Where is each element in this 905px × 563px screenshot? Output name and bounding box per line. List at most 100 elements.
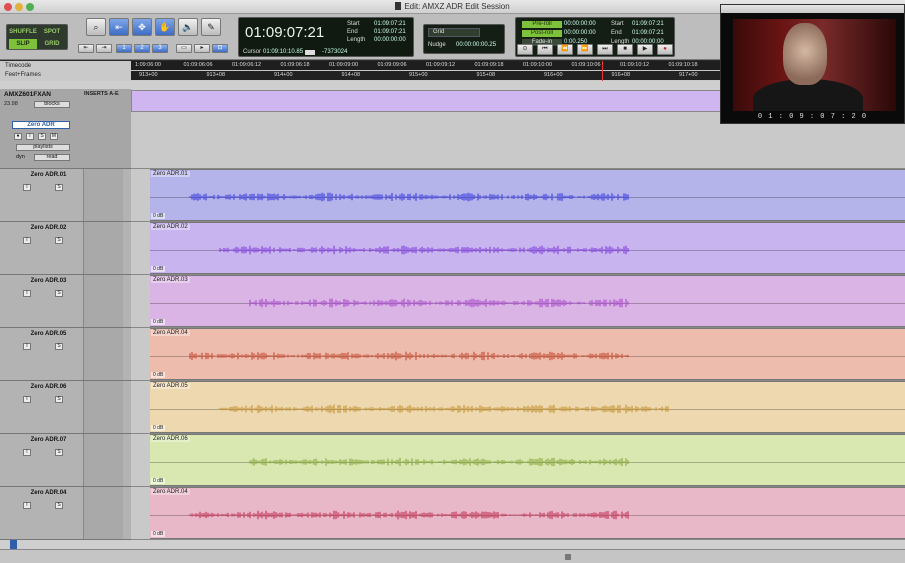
- track-name[interactable]: Zero ADR.06: [20, 384, 77, 392]
- nudge-value[interactable]: 00:00:00:00.25: [456, 42, 496, 48]
- inserts-slots[interactable]: [83, 169, 123, 221]
- rewind-icon[interactable]: ⏪: [557, 44, 573, 55]
- solo-button[interactable]: S: [55, 396, 63, 403]
- audio-clip[interactable]: Zero ADR.02 0 dB: [150, 222, 905, 274]
- audio-clip[interactable]: Zero ADR.04 0 dB: [150, 328, 905, 380]
- grid-value-dropdown[interactable]: Grid: [428, 28, 480, 37]
- audio-clip[interactable]: Zero ADR.03 0 dB: [150, 275, 905, 327]
- tab-to-transient-icon[interactable]: ▸: [194, 44, 210, 53]
- tp-end-value[interactable]: 01:09:07:21: [632, 30, 664, 36]
- inserts-slots[interactable]: [83, 381, 123, 433]
- play-icon[interactable]: ▶: [637, 44, 653, 55]
- track-name[interactable]: Zero ADR.03: [20, 278, 77, 286]
- preroll-value[interactable]: 00:00:00:00: [564, 21, 596, 27]
- timecode-tick-label: 01:09:06:18: [280, 62, 310, 68]
- audio-clip[interactable]: Zero ADR.04 0 dB: [150, 487, 905, 539]
- main-counter-value[interactable]: 01:09:07:21: [245, 24, 324, 41]
- track-name[interactable]: Zero ADR.07: [20, 437, 77, 445]
- trim-tool-icon[interactable]: ⇤: [109, 18, 129, 36]
- zoom-preset-1[interactable]: 1: [116, 44, 132, 53]
- track-name[interactable]: Zero ADR.04: [20, 490, 77, 498]
- video-window[interactable]: 0 1 : 0 9 : 0 7 : 2 0: [720, 4, 905, 124]
- solo-button[interactable]: S: [55, 502, 63, 509]
- fast-forward-icon[interactable]: ⏩: [577, 44, 593, 55]
- inserts-slots[interactable]: [83, 275, 123, 327]
- zoom-in-icon[interactable]: ⇥: [96, 44, 112, 53]
- zoom-out-icon[interactable]: ⇤: [78, 44, 94, 53]
- online-icon[interactable]: ⊙: [517, 44, 533, 55]
- link-timeline-icon[interactable]: ⊡: [212, 44, 228, 53]
- selector-tool-icon[interactable]: ✥: [132, 18, 152, 36]
- record-icon[interactable]: ●: [657, 44, 673, 55]
- return-to-zero-icon[interactable]: ⏮: [537, 44, 553, 55]
- zoom-toggle-icon[interactable]: ▭: [176, 44, 192, 53]
- master-track-name[interactable]: AMXZ601FXAN: [4, 91, 51, 98]
- feetframes-tick-label: 915+00: [409, 72, 428, 78]
- track-view-selector[interactable]: blocks: [34, 101, 70, 108]
- mode-slip[interactable]: SLIP: [9, 39, 37, 49]
- end-value[interactable]: 01:09:07:21: [374, 29, 406, 35]
- inserts-slots[interactable]: [83, 222, 123, 274]
- pencil-tool-icon[interactable]: ✎: [201, 18, 221, 36]
- edit-mode-selector: SHUFFLE SPOT SLIP GRID: [6, 24, 68, 50]
- playlists-selector[interactable]: playlists: [16, 144, 70, 151]
- scrubber-tool-icon[interactable]: 🔈: [178, 18, 198, 36]
- solo-button[interactable]: S: [38, 133, 46, 140]
- clip-waveform: [189, 510, 629, 520]
- solo-button[interactable]: S: [55, 290, 63, 297]
- length-value[interactable]: 00:00:00:00: [374, 37, 406, 43]
- go-to-end-icon[interactable]: ⏭: [597, 44, 613, 55]
- audio-clip[interactable]: Zero ADR.06 0 dB: [150, 434, 905, 486]
- track-header: Zero ADR.05 I S: [0, 328, 131, 381]
- start-value[interactable]: 01:09:07:21: [374, 21, 406, 27]
- stop-icon[interactable]: ■: [617, 44, 633, 55]
- record-enable-button[interactable]: I: [23, 237, 31, 244]
- zero-adr-track-name[interactable]: Zero ADR: [12, 121, 70, 129]
- video-timecode: 0 1 : 0 9 : 0 7 : 2 0: [757, 113, 868, 121]
- cursor-offset: -7373024: [322, 49, 348, 55]
- clip-waveform: [189, 192, 629, 202]
- record-enable-button[interactable]: I: [23, 449, 31, 456]
- zoom-preset-3[interactable]: 3: [152, 44, 168, 53]
- postroll-toggle[interactable]: Post-roll: [522, 30, 562, 37]
- grabber-tool-icon[interactable]: ✋: [155, 18, 175, 36]
- clip-waveform: [249, 457, 629, 467]
- tp-start-value[interactable]: 01:09:07:21: [632, 21, 664, 27]
- audio-clip[interactable]: Zero ADR.01 0 dB: [150, 169, 905, 221]
- input-monitor-button[interactable]: I: [26, 133, 34, 140]
- solo-button[interactable]: S: [55, 184, 63, 191]
- clip-waveform: [219, 245, 629, 255]
- zoom-preset-2[interactable]: 2: [134, 44, 150, 53]
- zoomer-tool-icon[interactable]: ⌕: [86, 18, 106, 36]
- record-enable-button[interactable]: I: [23, 184, 31, 191]
- mode-spot[interactable]: SPOT: [38, 27, 66, 37]
- track-name[interactable]: Zero ADR.02: [20, 225, 77, 233]
- nudge-label: Nudge: [428, 42, 446, 48]
- mode-grid[interactable]: GRID: [38, 39, 66, 49]
- scrollbar-thumb[interactable]: [565, 554, 571, 560]
- inserts-slots[interactable]: [83, 487, 123, 539]
- postroll-value[interactable]: 00:00:00:00: [564, 30, 596, 36]
- track-name[interactable]: Zero ADR.01: [20, 172, 77, 180]
- mute-button[interactable]: M: [50, 133, 58, 140]
- audio-clip[interactable]: Zero ADR.05 0 dB: [150, 381, 905, 433]
- record-enable-button[interactable]: I: [23, 343, 31, 350]
- automation-mode-selector[interactable]: read: [34, 154, 70, 161]
- mode-shuffle[interactable]: SHUFFLE: [9, 27, 37, 37]
- inserts-slots[interactable]: [83, 434, 123, 486]
- record-enable-button[interactable]: I: [23, 396, 31, 403]
- horizontal-scrollbar[interactable]: [0, 549, 905, 563]
- inserts-slots[interactable]: [83, 328, 123, 380]
- record-enable-button[interactable]: ●: [14, 133, 22, 140]
- solo-button[interactable]: S: [55, 237, 63, 244]
- video-window-titlebar[interactable]: [721, 5, 904, 13]
- solo-button[interactable]: S: [55, 343, 63, 350]
- track-name[interactable]: Zero ADR.05: [20, 331, 77, 339]
- preroll-toggle[interactable]: Pre-roll: [522, 21, 562, 28]
- master-track-lane[interactable]: [131, 90, 721, 112]
- waveform-path: [219, 245, 629, 255]
- record-enable-button[interactable]: I: [23, 290, 31, 297]
- record-enable-button[interactable]: I: [23, 502, 31, 509]
- master-track-header: AMXZ601FXAN INSERTS A-E 23.98 blocks Zer…: [0, 89, 131, 169]
- solo-button[interactable]: S: [55, 449, 63, 456]
